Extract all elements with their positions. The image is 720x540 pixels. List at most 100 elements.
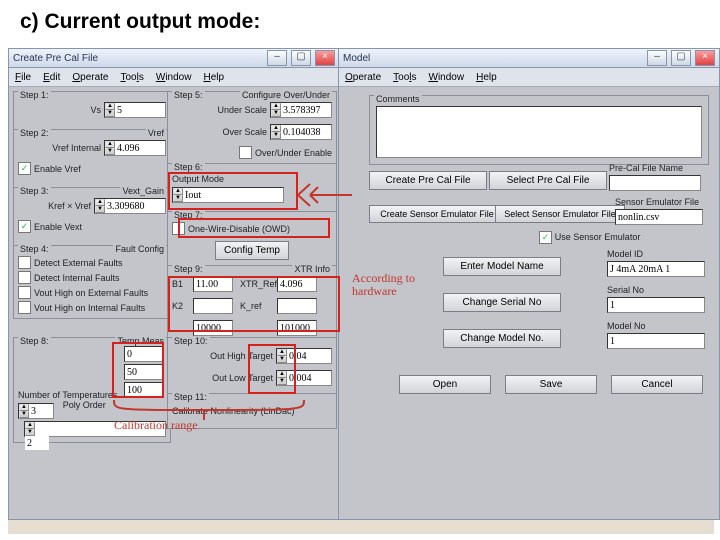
- under-field[interactable]: ▲▼: [270, 102, 332, 118]
- hi-label: Out High Target: [210, 351, 273, 361]
- poly-field[interactable]: ▲▼: [24, 421, 166, 437]
- t1-field[interactable]: [124, 346, 164, 362]
- step9-label: Step 9:: [172, 264, 205, 274]
- vout-int-label: Vout High on Internal Faults: [34, 303, 145, 313]
- select-sef-button[interactable]: Select Sensor Emulator File: [495, 205, 625, 223]
- select-precal-button[interactable]: Select Pre Cal File: [489, 171, 607, 190]
- close-button[interactable]: ×: [315, 50, 335, 66]
- vs-field[interactable]: ▲▼: [104, 102, 166, 118]
- modelno-input[interactable]: [608, 334, 704, 348]
- menu-window[interactable]: Window: [156, 72, 192, 83]
- menu-operate[interactable]: Operate: [72, 72, 108, 83]
- use-sef-checkbox[interactable]: ✓: [539, 231, 552, 244]
- step2-group: Step 2: Vref Vref Internal ▲▼ ✓Enable Vr…: [13, 129, 171, 191]
- hi-input[interactable]: [287, 349, 331, 363]
- k2-field[interactable]: [193, 298, 233, 314]
- vs-input[interactable]: [115, 103, 165, 117]
- modelno-field[interactable]: [607, 333, 705, 349]
- menu-file[interactable]: File: [15, 72, 31, 83]
- output-mode-field[interactable]: ▲▼: [172, 187, 284, 203]
- comments-textarea[interactable]: [376, 106, 702, 158]
- config-temp-button[interactable]: Config Temp: [215, 241, 289, 260]
- minimize-button[interactable]: –: [267, 50, 287, 66]
- enter-model-name-button[interactable]: Enter Model Name: [443, 257, 561, 276]
- max-btn-r[interactable]: ▢: [671, 50, 691, 66]
- enable-vref-checkbox[interactable]: ✓: [18, 162, 31, 175]
- fault-ext-checkbox[interactable]: [18, 256, 31, 269]
- row3b-field[interactable]: [277, 320, 317, 336]
- row3a-field[interactable]: [193, 320, 233, 336]
- t1-input[interactable]: [125, 347, 163, 361]
- lo-field[interactable]: ▲▼: [276, 370, 332, 386]
- close-btn-r[interactable]: ×: [695, 50, 715, 66]
- vref-field[interactable]: ▲▼: [104, 140, 166, 156]
- model-id-field[interactable]: [607, 261, 705, 277]
- menu-window-r[interactable]: Window: [429, 72, 465, 83]
- menu-edit[interactable]: Edit: [43, 72, 60, 83]
- hi-field[interactable]: ▲▼: [276, 348, 332, 364]
- serial-input[interactable]: [608, 298, 704, 312]
- row3a-input[interactable]: [194, 321, 232, 335]
- maximize-button[interactable]: ▢: [291, 50, 311, 66]
- t2-input[interactable]: [125, 365, 163, 379]
- menubar-right[interactable]: Operate Tools Window Help: [339, 68, 719, 87]
- titlebar-right[interactable]: Model – ▢ ×: [339, 49, 719, 68]
- t3-field[interactable]: [124, 382, 164, 398]
- change-model-button[interactable]: Change Model No.: [443, 329, 561, 348]
- titlebar[interactable]: Create Pre Cal File – ▢ ×: [9, 49, 339, 68]
- menu-tools[interactable]: Tools: [121, 72, 144, 83]
- owd-checkbox[interactable]: [172, 222, 185, 235]
- numtemp-field[interactable]: ▲▼: [18, 403, 54, 419]
- overunder-checkbox[interactable]: [239, 146, 252, 159]
- open-button[interactable]: Open: [399, 375, 491, 394]
- kref2-input[interactable]: [278, 299, 316, 313]
- kref-input[interactable]: [105, 199, 165, 213]
- window-title-right: Model: [343, 53, 370, 64]
- kref-field[interactable]: ▲▼: [94, 198, 166, 214]
- serial-field[interactable]: [607, 297, 705, 313]
- enable-vext-checkbox[interactable]: ✓: [18, 220, 31, 233]
- kref2-field[interactable]: [277, 298, 317, 314]
- precal-name-input[interactable]: [610, 176, 700, 190]
- under-input[interactable]: [281, 103, 331, 117]
- vref-input[interactable]: [115, 141, 165, 155]
- lo-label: Out Low Target: [212, 373, 273, 383]
- step7-group: Step 7: One-Wire-Disable (OWD) Config Te…: [167, 211, 337, 269]
- cancel-button[interactable]: Cancel: [611, 375, 703, 394]
- step8-group: Step 8: Temp Meas Number of Temperatures…: [13, 337, 171, 443]
- precal-name-field[interactable]: [609, 175, 701, 191]
- vout-int-checkbox[interactable]: [18, 301, 31, 314]
- create-sef-button[interactable]: Create Sensor Emulator File: [369, 205, 505, 223]
- menu-help-r[interactable]: Help: [476, 72, 497, 83]
- b1-input[interactable]: [194, 277, 232, 291]
- xtrref-field[interactable]: [277, 276, 317, 292]
- menu-operate-r[interactable]: Operate: [345, 72, 381, 83]
- lo-input[interactable]: [287, 371, 331, 385]
- step2-label: Step 2:: [18, 128, 51, 138]
- output-mode-input[interactable]: [183, 188, 283, 202]
- save-button[interactable]: Save: [505, 375, 597, 394]
- vout-ext-checkbox[interactable]: [18, 286, 31, 299]
- k2-input[interactable]: [194, 299, 232, 313]
- overunder-label: Over/Under Enable: [255, 148, 332, 158]
- xtrref-input[interactable]: [278, 277, 316, 291]
- row3b-input[interactable]: [278, 321, 316, 335]
- fault-int-checkbox[interactable]: [18, 271, 31, 284]
- over-input[interactable]: [281, 125, 331, 139]
- vref-label: Vref Internal: [52, 143, 101, 153]
- create-precal-button[interactable]: Create Pre Cal File: [369, 171, 487, 190]
- b1-field[interactable]: [193, 276, 233, 292]
- poly-input[interactable]: [25, 436, 49, 450]
- t3-input[interactable]: [125, 383, 163, 397]
- menu-tools-r[interactable]: Tools: [393, 72, 416, 83]
- numtemp-input[interactable]: [29, 404, 53, 418]
- sef-name-input[interactable]: [616, 210, 702, 224]
- t2-field[interactable]: [124, 364, 164, 380]
- menu-help[interactable]: Help: [203, 72, 224, 83]
- menubar[interactable]: File Edit Operate Tools Window Help: [9, 68, 339, 87]
- sef-name-field[interactable]: [615, 209, 703, 225]
- over-field[interactable]: ▲▼: [270, 124, 332, 140]
- change-serial-button[interactable]: Change Serial No: [443, 293, 561, 312]
- min-btn-r[interactable]: –: [647, 50, 667, 66]
- model-id-input[interactable]: [608, 262, 704, 276]
